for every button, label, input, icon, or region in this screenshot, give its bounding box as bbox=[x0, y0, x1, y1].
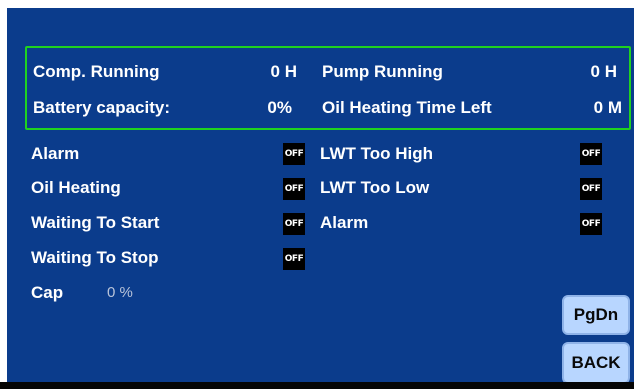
battery-capacity-value: 0% bbox=[267, 98, 292, 117]
bottom-bezel bbox=[0, 382, 634, 389]
status-waiting-start-label: Waiting To Start bbox=[31, 213, 160, 232]
status-oil-heating-indicator: OFF bbox=[283, 178, 305, 200]
status-alarm-2-indicator: OFF bbox=[580, 213, 602, 235]
comp-running-label: Comp. Running bbox=[33, 62, 160, 81]
cap-value: 0 % bbox=[107, 284, 133, 301]
status-lwt-high-indicator: OFF bbox=[580, 143, 602, 165]
status-waiting-stop-label: Waiting To Stop bbox=[31, 248, 159, 267]
status-alarm-label: Alarm bbox=[31, 144, 80, 163]
battery-capacity-label: Battery capacity: bbox=[33, 98, 171, 117]
page-down-button[interactable]: PgDn bbox=[562, 295, 630, 335]
status-lwt-low-label: LWT Too Low bbox=[320, 178, 430, 197]
comp-running-value: 0 H bbox=[270, 62, 297, 81]
hmi-screen: Comp. Running 0 H Pump Running 0 H Batte… bbox=[7, 8, 634, 389]
status-alarm-indicator: OFF bbox=[283, 143, 305, 165]
status-waiting-start-indicator: OFF bbox=[283, 213, 305, 235]
oil-heating-time-value: 0 M bbox=[593, 98, 622, 117]
cap-label: Cap bbox=[31, 283, 64, 302]
status-lwt-high-label: LWT Too High bbox=[320, 144, 433, 163]
status-oil-heating-label: Oil Heating bbox=[31, 178, 121, 197]
pump-running-value: 0 H bbox=[590, 62, 617, 81]
status-alarm-2-label: Alarm bbox=[320, 213, 369, 232]
status-lwt-low-indicator: OFF bbox=[580, 178, 602, 200]
back-button[interactable]: BACK bbox=[562, 342, 630, 384]
oil-heating-time-label: Oil Heating Time Left bbox=[322, 98, 492, 117]
pump-running-label: Pump Running bbox=[322, 62, 443, 81]
status-waiting-stop-indicator: OFF bbox=[283, 248, 305, 270]
